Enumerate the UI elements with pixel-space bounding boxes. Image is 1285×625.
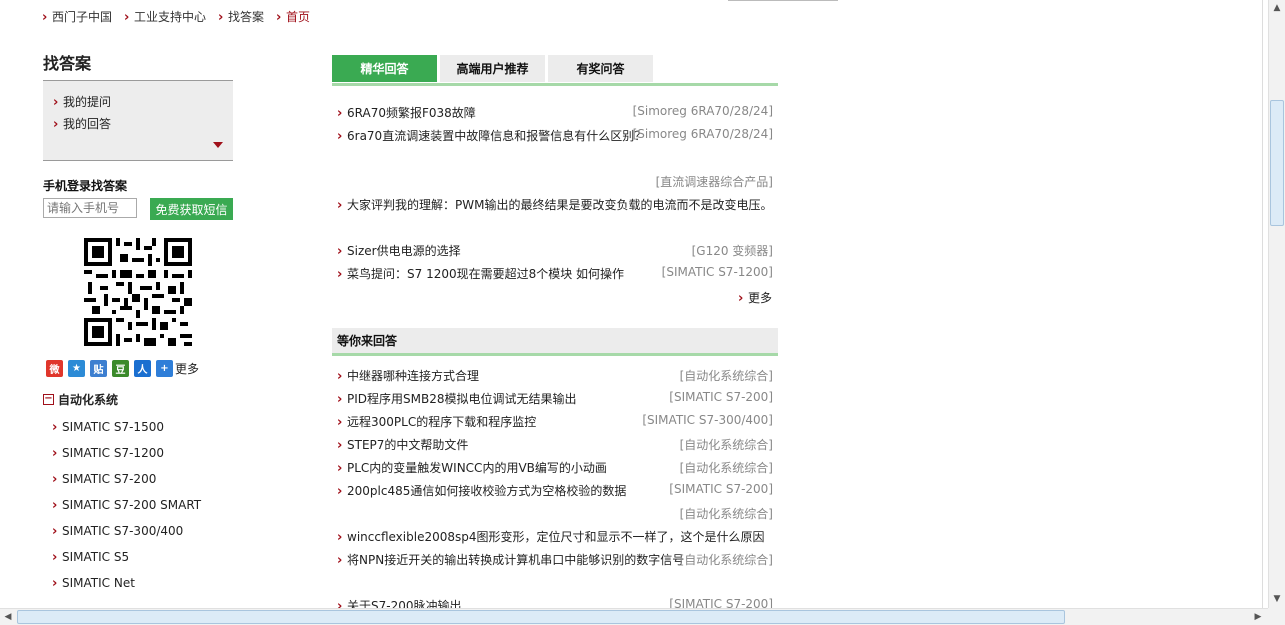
share-bar: 微 ★ 贴 豆 人 + 更多 bbox=[46, 360, 199, 377]
category-header[interactable]: − 自动化系统 bbox=[43, 391, 118, 408]
expand-triangle-icon[interactable] bbox=[213, 142, 223, 148]
chevron-right-icon: › bbox=[337, 530, 343, 545]
page-edge-line bbox=[1262, 0, 1263, 608]
chevron-right-icon: › bbox=[337, 244, 343, 259]
my-questions-link[interactable]: › 我的提问 bbox=[53, 93, 111, 110]
vertical-scrollbar[interactable]: ▲ ▼ bbox=[1268, 0, 1285, 608]
chevron-right-icon: › bbox=[276, 10, 282, 25]
chevron-right-icon: › bbox=[337, 267, 343, 282]
tieba-icon[interactable]: 贴 bbox=[90, 360, 107, 377]
category-item[interactable]: › SIMATIC S5 bbox=[52, 550, 201, 576]
category-item[interactable]: › SIMATIC S7-1500 bbox=[52, 420, 201, 446]
chevron-right-icon: › bbox=[337, 553, 343, 568]
more-link[interactable]: › 更多 bbox=[738, 289, 772, 306]
category-item[interactable]: › SIMATIC S7-200 bbox=[52, 472, 201, 498]
chevron-right-icon: › bbox=[337, 438, 343, 453]
answer-tabs: 精华回答 高端用户推荐 有奖问答 bbox=[332, 55, 653, 82]
chevron-right-icon: › bbox=[52, 446, 58, 461]
collapse-icon[interactable]: − bbox=[43, 394, 54, 405]
top-divider bbox=[728, 0, 838, 1]
douban-icon[interactable]: 豆 bbox=[112, 360, 129, 377]
horizontal-scroll-thumb[interactable] bbox=[17, 610, 1065, 624]
horizontal-scrollbar[interactable]: ◀ ▶ bbox=[0, 608, 1268, 625]
chevron-right-icon: › bbox=[52, 576, 58, 591]
page-title: 找答案 bbox=[43, 54, 92, 73]
scroll-up-icon[interactable]: ▲ bbox=[1269, 0, 1285, 16]
breadcrumb-item[interactable]: › 找答案 bbox=[218, 8, 264, 25]
breadcrumb-current[interactable]: › 首页 bbox=[276, 8, 310, 25]
chevron-right-icon: › bbox=[52, 524, 58, 539]
chevron-right-icon: › bbox=[337, 484, 343, 499]
my-answers-link[interactable]: › 我的回答 bbox=[53, 115, 111, 132]
chevron-right-icon: › bbox=[52, 550, 58, 565]
chevron-right-icon: › bbox=[738, 291, 744, 306]
plus-icon[interactable]: + bbox=[156, 360, 173, 377]
chevron-right-icon: › bbox=[337, 106, 343, 121]
chevron-right-icon: › bbox=[52, 420, 58, 435]
chevron-right-icon: › bbox=[124, 10, 130, 25]
chevron-right-icon: › bbox=[52, 498, 58, 513]
scroll-right-icon[interactable]: ▶ bbox=[1250, 609, 1266, 625]
chevron-right-icon: › bbox=[337, 415, 343, 430]
get-sms-button[interactable]: 免费获取短信 bbox=[150, 198, 233, 220]
vertical-scroll-thumb[interactable] bbox=[1270, 100, 1284, 226]
chevron-right-icon: › bbox=[337, 129, 343, 144]
qr-code-image bbox=[84, 238, 192, 346]
chevron-right-icon: › bbox=[337, 198, 343, 213]
chevron-right-icon: › bbox=[42, 10, 48, 25]
chevron-right-icon: › bbox=[53, 95, 59, 110]
mobile-login-title: 手机登录找答案 bbox=[43, 179, 128, 193]
scroll-down-icon[interactable]: ▼ bbox=[1269, 591, 1285, 607]
tab-recommended[interactable]: 高端用户推荐 bbox=[440, 55, 545, 82]
share-more-link[interactable]: 更多 bbox=[175, 360, 199, 377]
chevron-right-icon: › bbox=[53, 117, 59, 132]
chevron-right-icon: › bbox=[337, 461, 343, 476]
category-list: › SIMATIC S7-1500 › SIMATIC S7-1200 › SIMAT… bbox=[52, 420, 201, 602]
category-item[interactable]: › SIMATIC Net bbox=[52, 576, 201, 602]
chevron-right-icon: › bbox=[52, 472, 58, 487]
waiting-section-header: 等你来回答 bbox=[332, 328, 778, 356]
category-item[interactable]: › SIMATIC S7-200 SMART bbox=[52, 498, 201, 524]
chevron-right-icon: › bbox=[337, 392, 343, 407]
scroll-left-icon[interactable]: ◀ bbox=[0, 609, 16, 625]
category-item[interactable]: › SIMATIC S7-300/400 bbox=[52, 524, 201, 550]
tab-featured[interactable]: 精华回答 bbox=[332, 55, 437, 82]
phone-input[interactable] bbox=[43, 198, 137, 218]
chevron-right-icon: › bbox=[337, 369, 343, 384]
tab-underline bbox=[332, 83, 778, 86]
tab-reward[interactable]: 有奖问答 bbox=[548, 55, 653, 82]
scrollbar-corner bbox=[1268, 608, 1285, 625]
weibo-icon[interactable]: 微 bbox=[46, 360, 63, 377]
chevron-right-icon: › bbox=[218, 10, 224, 25]
breadcrumb-item[interactable]: › 西门子中国 bbox=[42, 8, 112, 25]
renren-icon[interactable]: 人 bbox=[134, 360, 151, 377]
my-activity-box: › 我的提问 › 我的回答 bbox=[43, 80, 233, 161]
breadcrumb: › 西门子中国 › 工业支持中心 › 找答案 › 首页 bbox=[42, 8, 322, 25]
breadcrumb-item[interactable]: › 工业支持中心 bbox=[124, 8, 206, 25]
category-item[interactable]: › SIMATIC S7-1200 bbox=[52, 446, 201, 472]
qzone-icon[interactable]: ★ bbox=[68, 360, 85, 377]
